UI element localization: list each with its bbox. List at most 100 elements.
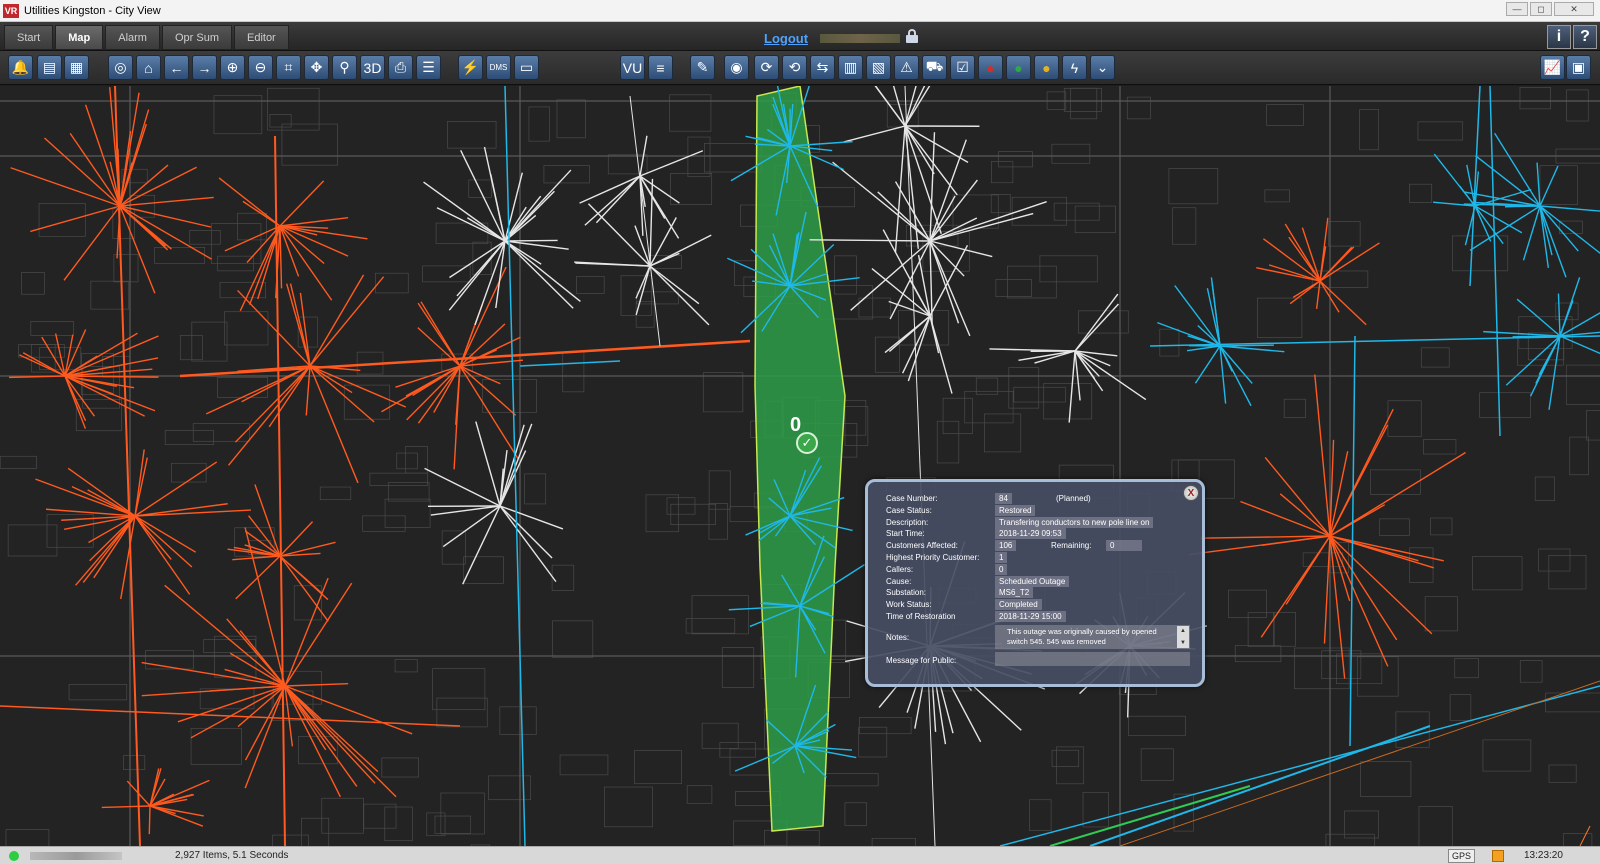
public-message-field[interactable] [995,652,1190,666]
outage-field-label: Case Status: [886,505,932,515]
transfer-icon[interactable]: ⇆ [810,55,835,80]
outage-field-value: 2018-11-29 15:00 [995,611,1066,622]
tab-bar: Start Map Alarm Opr Sum Editor Logout i … [0,22,1600,51]
outage-field-value: Transfering conductors to new pole line … [995,516,1154,528]
oms-tool-icon[interactable]: ⚡ [458,55,483,80]
outage-field-value: 2018-11-29 09:53 [995,528,1066,540]
report-icon[interactable]: ☰ [416,55,441,80]
window-controls: — ◻ ✕ [1506,2,1594,16]
crop-icon[interactable]: ⌗ [276,55,301,80]
orange-service-burst [35,449,251,600]
outage-field-label: Cause: [886,576,912,586]
trend-chart-icon[interactable]: 📈 [1540,55,1565,80]
forward-arrow-icon[interactable]: → [192,55,217,80]
layers-icon[interactable]: ▤ [37,55,62,80]
maximize-button[interactable]: ◻ [1530,2,1552,16]
zoom-out-icon[interactable]: ⊖ [248,55,273,80]
notes-scrollbar[interactable]: ▲ ▼ [1177,626,1189,648]
center-icon[interactable]: ✥ [304,55,329,80]
outage-field-value: 106 [995,540,1017,552]
window-titlebar: VR Utilities Kingston - City View — ◻ ✕ [0,0,1600,22]
tabs: Start Map Alarm Opr Sum Editor [4,25,289,50]
cyan-service-burst [1463,132,1600,278]
warning-icon[interactable]: ⚠ [894,55,919,80]
green-marker-icon[interactable]: ● [1006,55,1031,80]
feeder-line-cyan [1089,725,1431,846]
home-icon[interactable]: ⌂ [136,55,161,80]
print-icon[interactable]: ⎙ [388,55,413,80]
window-title: Utilities Kingston - City View [24,4,161,17]
clock: 13:23:20 [1524,850,1563,861]
magnifier-icon[interactable]: ⚲ [332,55,357,80]
pencil-icon[interactable]: ✎ [690,55,715,80]
help-button[interactable]: ? [1573,25,1597,49]
outage-field-label: Description: [886,517,929,527]
chevron-down-icon[interactable]: ⌄ [1090,55,1115,80]
alert-indicator-icon[interactable] [1492,850,1504,862]
map-view[interactable]: 0 ✓ X Case Number: 84 (Planned) Case Status… [0,86,1600,846]
logout-link[interactable]: Logout [764,31,808,46]
map-canvas[interactable] [0,86,1600,846]
notes-field[interactable]: This outage was originally caused by ope… [995,625,1190,649]
toolbar: 🔔 ▤ ▦ ◎ ⌂ ← → ⊕ ⊖ ⌗ ✥ ⚲ 3D ⎙ ☰ ⚡ DMS ▭ VU ≡ ✎ ◉ ⟳ ⟲ ⇆ ▥ ▧ ⚠ ⛟ ☑ ● ● ● ϟ ⌄ 📈… [0,51,1600,85]
device-icon[interactable]: ▭ [514,55,539,80]
items-count: 2,927 Items, 5.1 Seconds [175,850,289,861]
feeder-line-orange [1579,825,1591,846]
orange-service-burst [205,274,407,484]
outage-field-label: Substation: [886,588,927,598]
export-icon[interactable]: ▣ [1566,55,1591,80]
white-service-burst [871,229,969,394]
connection-status-icon [9,851,19,861]
username-redacted [820,34,900,43]
white-service-burst [843,86,980,253]
app-logo-icon: VR [3,3,19,18]
minimize-button[interactable]: — [1506,2,1528,16]
info-button[interactable]: i [1547,25,1571,49]
panel-alt-icon[interactable]: ▧ [866,55,891,80]
outage-info-popup: X Case Number: 84 (Planned) Case Status: Res… [865,479,1205,687]
checklist-icon[interactable]: ☑ [950,55,975,80]
lock-icon[interactable] [906,29,918,43]
cyan-service-burst [1483,277,1600,410]
panel-icon[interactable]: ▥ [838,55,863,80]
outage-zone [754,86,846,832]
outage-field-value: Completed [995,599,1042,611]
orange-service-burst [10,87,214,294]
tab-map[interactable]: Map [55,25,104,50]
feeder-line-orange [1119,680,1600,846]
tab-editor[interactable]: Editor [233,25,289,50]
dms-tool-icon[interactable]: DMS [486,55,511,80]
switch-close-icon[interactable]: ⟲ [782,55,807,80]
tab-opr-sum[interactable]: Opr Sum [161,25,232,50]
grid-icon[interactable]: ▦ [64,55,89,80]
switch-open-icon[interactable]: ⟳ [754,55,779,80]
public-message-label: Message for Public: [886,656,957,665]
zoom-in-icon[interactable]: ⊕ [220,55,245,80]
yellow-marker-icon[interactable]: ● [1034,55,1059,80]
truck-icon[interactable]: ⛟ [922,55,947,80]
white-service-burst [423,146,581,326]
case-type-label: (Planned) [1056,494,1091,503]
remaining-value: 0 [1106,540,1142,552]
back-arrow-icon[interactable]: ← [164,55,189,80]
orange-service-burst [1189,374,1466,679]
gps-button[interactable]: GPS [1448,849,1476,863]
white-service-burst [424,421,564,585]
close-window-button[interactable]: ✕ [1554,2,1594,16]
globe-icon[interactable]: ◎ [108,55,133,80]
notes-label: Notes: [886,633,910,642]
vu-icon[interactable]: VU [620,55,645,80]
close-icon[interactable]: X [1183,485,1199,501]
tab-start[interactable]: Start [4,25,54,50]
red-marker-icon[interactable]: ● [978,55,1003,80]
outage-field-label: Highest Priority Customer: [886,553,980,562]
outage-field-label: Time of Restoration [886,612,956,621]
map-pin-icon[interactable]: ◉ [724,55,749,80]
lightning-icon[interactable]: ϟ [1062,55,1087,80]
alarm-bell-icon[interactable]: 🔔 [8,55,33,80]
orange-service-burst [218,177,368,312]
restored-check-icon[interactable]: ✓ [796,432,818,454]
tab-alarm[interactable]: Alarm [105,25,160,50]
view-3d-icon[interactable]: 3D [360,55,385,80]
list-icon[interactable]: ≡ [648,55,673,80]
